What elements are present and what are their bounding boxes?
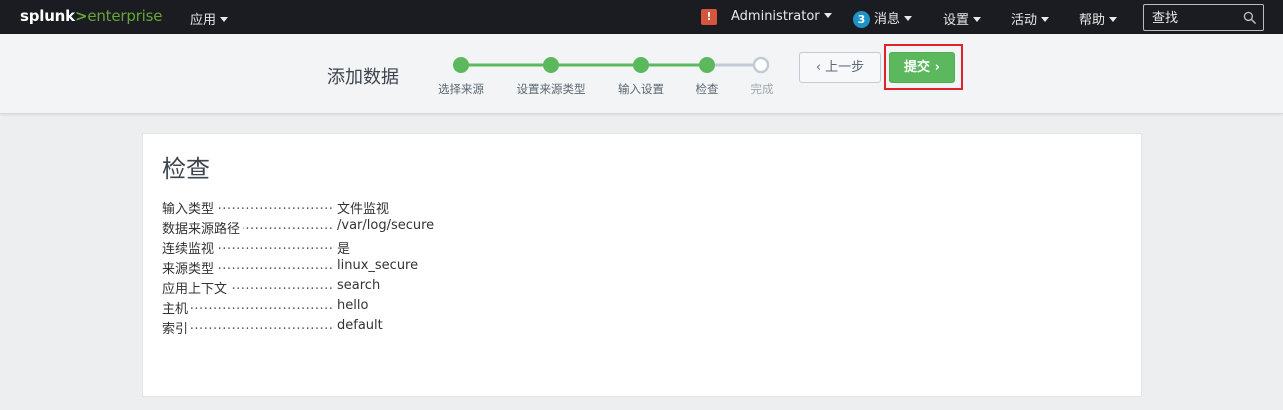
- search-icon[interactable]: [1243, 11, 1256, 24]
- wizard-title: 添加数据: [327, 67, 399, 88]
- step-dot-5: [752, 56, 770, 74]
- chevron-down-icon: [973, 17, 982, 22]
- review-row-value: 文件监视: [337, 202, 390, 217]
- settings-menu[interactable]: 设置: [943, 9, 982, 28]
- review-row-value: default: [337, 318, 383, 333]
- step-dot-2: [543, 57, 559, 73]
- review-row-value: linux_secure: [337, 258, 419, 273]
- step-label-review: 检查: [695, 82, 719, 96]
- step-label-select-source: 选择来源: [438, 82, 484, 96]
- search-box[interactable]: [1143, 4, 1264, 31]
- review-panel: 检查 .....................................…: [142, 133, 1142, 397]
- add-data-wizard-bar: 添加数据 选择来源 设置来源类型 输入设置 检查 完成 ‹ 上一步 提交 ›: [0, 34, 1283, 114]
- activity-menu[interactable]: 活动: [1011, 9, 1050, 28]
- review-row-key: 数据来源路径: [162, 218, 244, 237]
- step-label-set-sourcetype: 设置来源类型: [516, 82, 586, 96]
- review-row-value: search: [337, 278, 381, 293]
- splunk-logo[interactable]: splunk>enterprise: [20, 7, 162, 25]
- chevron-down-icon: [1041, 17, 1050, 22]
- review-row-key: 输入类型: [162, 198, 218, 217]
- alert-icon[interactable]: !: [701, 9, 717, 25]
- review-row-key: 连续监视: [162, 238, 218, 257]
- user-menu-label: Administrator: [731, 9, 820, 24]
- step-dot-4: [699, 57, 715, 73]
- chevron-down-icon: [220, 17, 229, 22]
- review-row-value: /var/log/secure: [337, 218, 435, 233]
- activity-menu-label: 活动: [1011, 13, 1038, 28]
- review-row-key: 索引: [162, 318, 192, 337]
- review-row-key: 主机: [162, 298, 192, 317]
- review-title: 检查: [162, 155, 210, 183]
- apps-menu-label: 应用: [190, 13, 217, 28]
- wizard-progress-track: [453, 56, 770, 74]
- chevron-down-icon: [823, 13, 832, 18]
- apps-menu[interactable]: 应用: [190, 9, 229, 28]
- chevron-down-icon: [1109, 17, 1118, 22]
- chevron-down-icon: [904, 16, 913, 21]
- review-row-value: hello: [337, 298, 369, 313]
- chevron-left-icon: ‹: [815, 60, 822, 75]
- messages-menu-label: 消息: [874, 12, 901, 27]
- back-button-label: 上一步: [825, 60, 865, 75]
- top-nav-bar: splunk>enterprise 应用 ! Administrator 3 消息…: [0, 0, 1283, 34]
- logo-main-text: splunk: [20, 7, 75, 25]
- help-menu-label: 帮助: [1079, 13, 1106, 28]
- step-label-input-settings: 输入设置: [618, 82, 664, 96]
- settings-menu-label: 设置: [943, 13, 970, 28]
- back-button[interactable]: ‹ 上一步: [799, 52, 881, 83]
- messages-menu[interactable]: 3 消息: [853, 8, 913, 28]
- step-label-done: 完成: [750, 82, 774, 96]
- review-row-key: 来源类型: [162, 258, 218, 277]
- help-menu[interactable]: 帮助: [1079, 9, 1118, 28]
- logo-separator: >: [74, 7, 88, 25]
- submit-highlight-box: [884, 44, 963, 90]
- step-dot-3: [633, 57, 649, 73]
- messages-count-badge: 3: [853, 11, 870, 28]
- user-menu[interactable]: Administrator: [731, 9, 832, 24]
- step-dot-1: [453, 57, 469, 73]
- review-row-key: 应用上下文: [162, 278, 231, 297]
- logo-suffix-text: enterprise: [87, 7, 163, 25]
- search-input[interactable]: [1152, 9, 1240, 27]
- review-row-value: 是: [337, 242, 351, 257]
